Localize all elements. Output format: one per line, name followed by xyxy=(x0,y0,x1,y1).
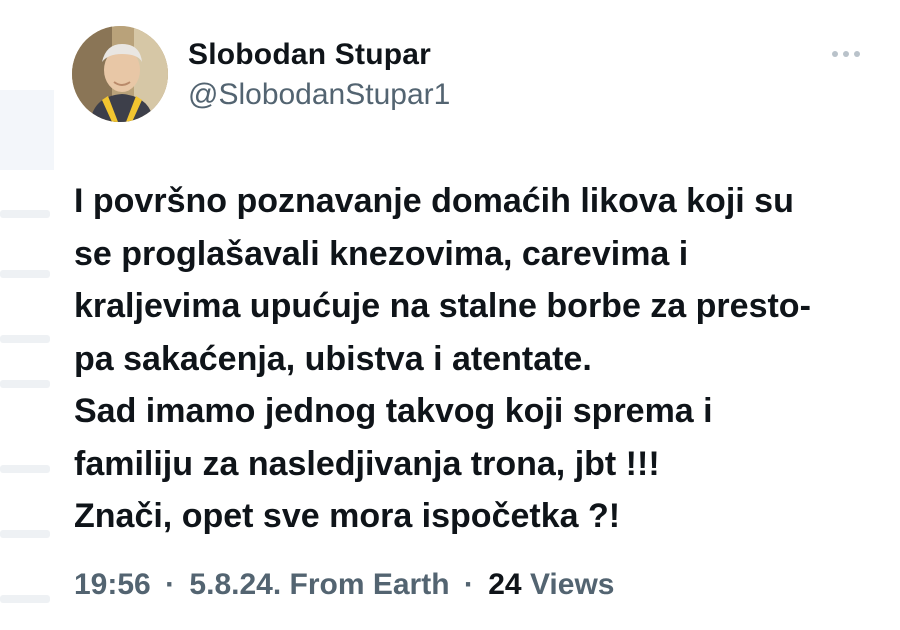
tweet-text-line: Sad imamo jednog takvog koji sprema i xyxy=(74,392,713,430)
tweet-meta: 19:56 · 5.8.24. From Earth · 24 Views xyxy=(74,568,614,602)
left-sidebar-faded xyxy=(0,0,58,630)
more-dots-icon xyxy=(832,51,838,57)
author-handle[interactable]: @SlobodanStupar1 xyxy=(188,78,450,112)
tweet-time[interactable]: 19:56 xyxy=(74,568,151,601)
sidebar-faded-item xyxy=(0,595,50,603)
tweet-text: I površno poznavanje domaćih likova koji… xyxy=(74,175,874,543)
sidebar-faded-item xyxy=(0,210,50,218)
sidebar-faded-item xyxy=(0,465,50,473)
tweet-text-line: I površno poznavanje domaćih likova koji… xyxy=(74,182,794,220)
views-count: 24 xyxy=(488,568,522,601)
sidebar-faded-panel xyxy=(0,90,54,170)
tweet-text-line: familiju za nasledjivanja trona, jbt !!! xyxy=(74,444,660,483)
tweet-text-line: Znači, opet sve mora ispočetka ?! xyxy=(74,497,621,535)
sidebar-faded-item xyxy=(0,380,50,388)
tweet-date[interactable]: 5.8.24. xyxy=(189,568,281,601)
avatar[interactable] xyxy=(72,26,168,122)
tweet-text-line: kraljevima upućuje na stalne borbe za pr… xyxy=(74,287,811,325)
author-display-name[interactable]: Slobodan Stupar xyxy=(188,38,431,72)
more-dots-icon xyxy=(854,51,860,57)
tweet-source: From Earth xyxy=(289,568,450,601)
more-options-button[interactable] xyxy=(826,44,866,64)
sidebar-faded-item xyxy=(0,530,50,538)
views-label: Views xyxy=(529,568,615,601)
tweet-text-line: pa sakaćenja, ubistva i atentate. xyxy=(74,339,592,378)
tweet-text-line: se proglašavali knezovima, carevima i xyxy=(74,234,689,273)
more-dots-icon xyxy=(843,51,849,57)
meta-separator: · xyxy=(165,568,176,601)
sidebar-faded-item xyxy=(0,335,50,343)
profile-photo-icon xyxy=(72,26,168,122)
sidebar-faded-item xyxy=(0,270,50,278)
meta-separator: · xyxy=(463,568,474,601)
